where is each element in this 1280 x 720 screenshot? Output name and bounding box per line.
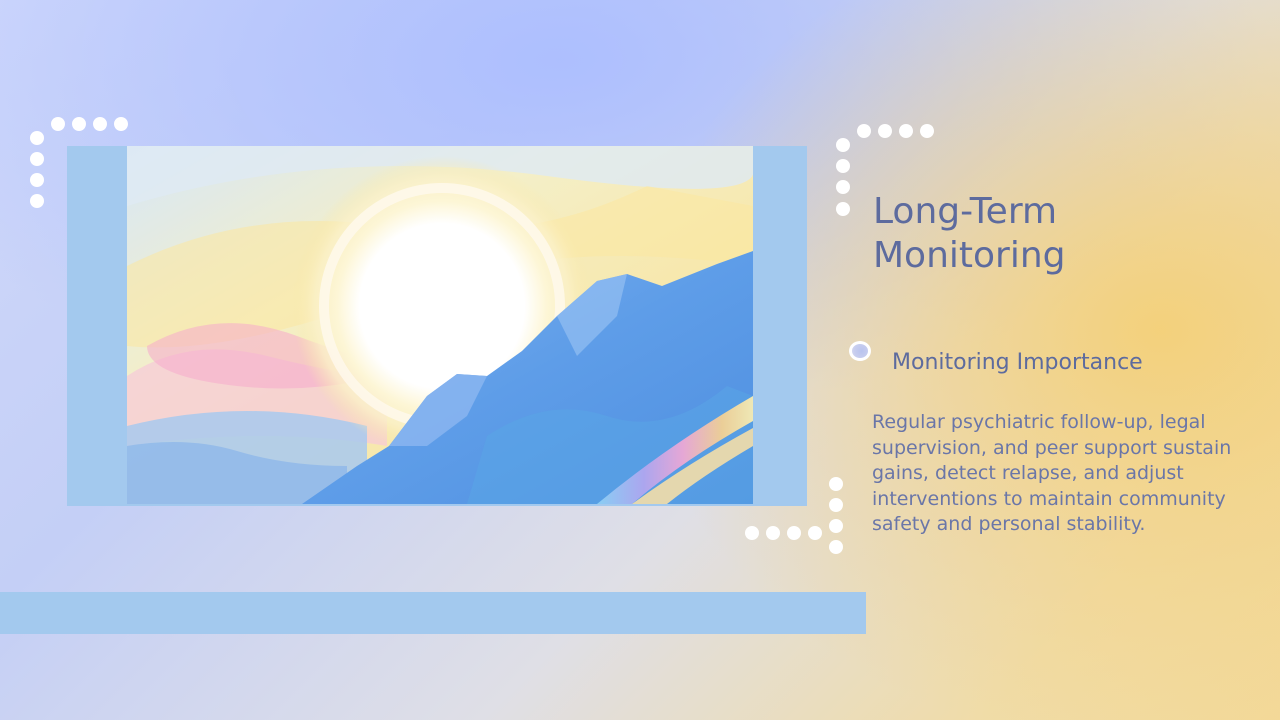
slide: Long-Term Monitoring Monitoring Importan… <box>0 0 1280 720</box>
sunrise-painting <box>127 146 753 504</box>
section-body: Regular psychiatric follow-up, legal sup… <box>872 411 1232 535</box>
slide-title: Long-Term Monitoring <box>873 191 1066 276</box>
section-heading: Monitoring Importance <box>892 350 1143 375</box>
accent-bar <box>0 592 866 634</box>
ring-bullet-icon <box>849 341 871 361</box>
image-frame <box>67 146 807 506</box>
